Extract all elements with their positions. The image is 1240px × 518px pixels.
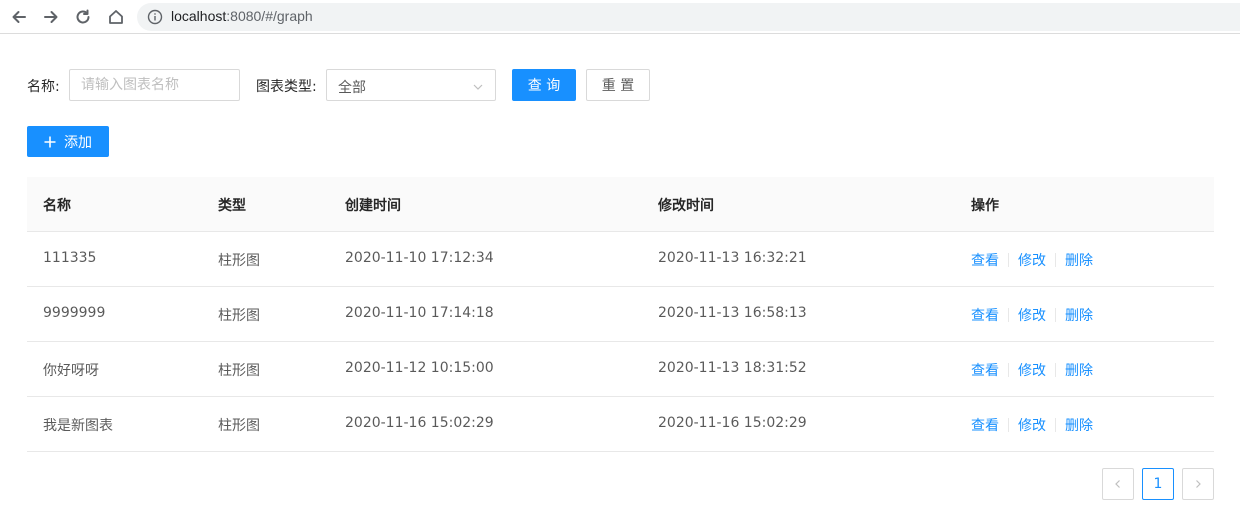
- delete-link[interactable]: 删除: [1065, 415, 1093, 435]
- name-search-input[interactable]: [69, 69, 240, 101]
- edit-link[interactable]: 修改: [1018, 305, 1046, 325]
- type-label: 图表类型:: [256, 79, 317, 95]
- cell-created: 2020-11-10 17:14:18: [345, 305, 494, 321]
- edit-link[interactable]: 修改: [1018, 360, 1046, 380]
- chevron-down-icon: [473, 84, 483, 90]
- name-label: 名称:: [27, 79, 60, 95]
- back-arrow-icon[interactable]: [7, 5, 31, 29]
- row-actions: 查看 修改 删除: [971, 250, 1093, 270]
- action-divider: [1008, 253, 1009, 267]
- cell-created: 2020-11-16 15:02:29: [345, 415, 494, 431]
- column-header-type: 类型: [218, 198, 246, 214]
- url-path: :8080/#/graph: [226, 8, 313, 24]
- column-header-actions: 操作: [971, 198, 999, 214]
- delete-link[interactable]: 删除: [1065, 250, 1093, 270]
- column-header-name: 名称: [43, 198, 71, 214]
- cell-modified: 2020-11-13 16:32:21: [658, 250, 807, 266]
- cell-modified: 2020-11-13 16:58:13: [658, 305, 807, 321]
- cell-name: 111335: [43, 250, 97, 266]
- address-bar[interactable]: localhost:8080/#/graph: [137, 3, 1240, 31]
- cell-created: 2020-11-12 10:15:00: [345, 360, 494, 376]
- action-divider: [1008, 363, 1009, 377]
- delete-link[interactable]: 删除: [1065, 360, 1093, 380]
- info-icon[interactable]: [147, 9, 163, 25]
- view-link[interactable]: 查看: [971, 250, 999, 270]
- cell-name: 我是新图表: [43, 418, 113, 434]
- graph-table: 名称 类型 创建时间 修改时间 操作 111335 柱形图 2020-11-10…: [27, 177, 1214, 452]
- table-row: 111335 柱形图 2020-11-10 17:12:34 2020-11-1…: [27, 232, 1214, 287]
- url-text: localhost:8080/#/graph: [171, 8, 313, 24]
- table-row: 我是新图表 柱形图 2020-11-16 15:02:29 2020-11-16…: [27, 397, 1214, 452]
- cell-created: 2020-11-10 17:12:34: [345, 250, 494, 266]
- type-select-value: 全部: [338, 80, 366, 96]
- view-link[interactable]: 查看: [971, 415, 999, 435]
- cell-type: 柱形图: [218, 308, 260, 324]
- row-actions: 查看 修改 删除: [971, 415, 1093, 435]
- reset-button[interactable]: 重 置: [586, 69, 650, 101]
- action-divider: [1055, 363, 1056, 377]
- add-button[interactable]: 添加: [27, 126, 109, 157]
- edit-link[interactable]: 修改: [1018, 415, 1046, 435]
- cell-type: 柱形图: [218, 363, 260, 379]
- action-divider: [1008, 308, 1009, 322]
- table-row: 你好呀呀 柱形图 2020-11-12 10:15:00 2020-11-13 …: [27, 342, 1214, 397]
- page-1-button[interactable]: 1: [1142, 468, 1174, 500]
- view-link[interactable]: 查看: [971, 305, 999, 325]
- action-divider: [1055, 308, 1056, 322]
- chevron-right-icon: [1196, 480, 1201, 488]
- action-divider: [1008, 418, 1009, 432]
- edit-link[interactable]: 修改: [1018, 250, 1046, 270]
- column-header-created: 创建时间: [345, 198, 401, 214]
- row-actions: 查看 修改 删除: [971, 305, 1093, 325]
- type-select[interactable]: 全部: [326, 69, 496, 101]
- query-button[interactable]: 查 询: [512, 69, 576, 101]
- browser-toolbar: localhost:8080/#/graph: [0, 0, 1240, 34]
- cell-modified: 2020-11-16 15:02:29: [658, 415, 807, 431]
- action-divider: [1055, 253, 1056, 267]
- cell-type: 柱形图: [218, 418, 260, 434]
- chevron-left-icon: [1115, 480, 1120, 488]
- url-host: localhost: [171, 8, 227, 24]
- prev-page-button[interactable]: [1102, 468, 1134, 500]
- next-page-button[interactable]: [1182, 468, 1214, 500]
- add-button-label: 添加: [64, 134, 92, 151]
- table-row: 9999999 柱形图 2020-11-10 17:14:18 2020-11-…: [27, 287, 1214, 342]
- home-icon[interactable]: [104, 5, 128, 29]
- cell-name: 你好呀呀: [43, 363, 99, 379]
- delete-link[interactable]: 删除: [1065, 305, 1093, 325]
- plus-icon: [44, 136, 56, 148]
- forward-arrow-icon[interactable]: [39, 5, 63, 29]
- cell-name: 9999999: [43, 305, 106, 321]
- view-link[interactable]: 查看: [971, 360, 999, 380]
- column-header-modified: 修改时间: [658, 198, 714, 214]
- row-actions: 查看 修改 删除: [971, 360, 1093, 380]
- reload-icon[interactable]: [71, 5, 95, 29]
- table-header: 名称 类型 创建时间 修改时间 操作: [27, 177, 1214, 232]
- action-divider: [1055, 418, 1056, 432]
- cell-type: 柱形图: [218, 253, 260, 269]
- cell-modified: 2020-11-13 18:31:52: [658, 360, 807, 376]
